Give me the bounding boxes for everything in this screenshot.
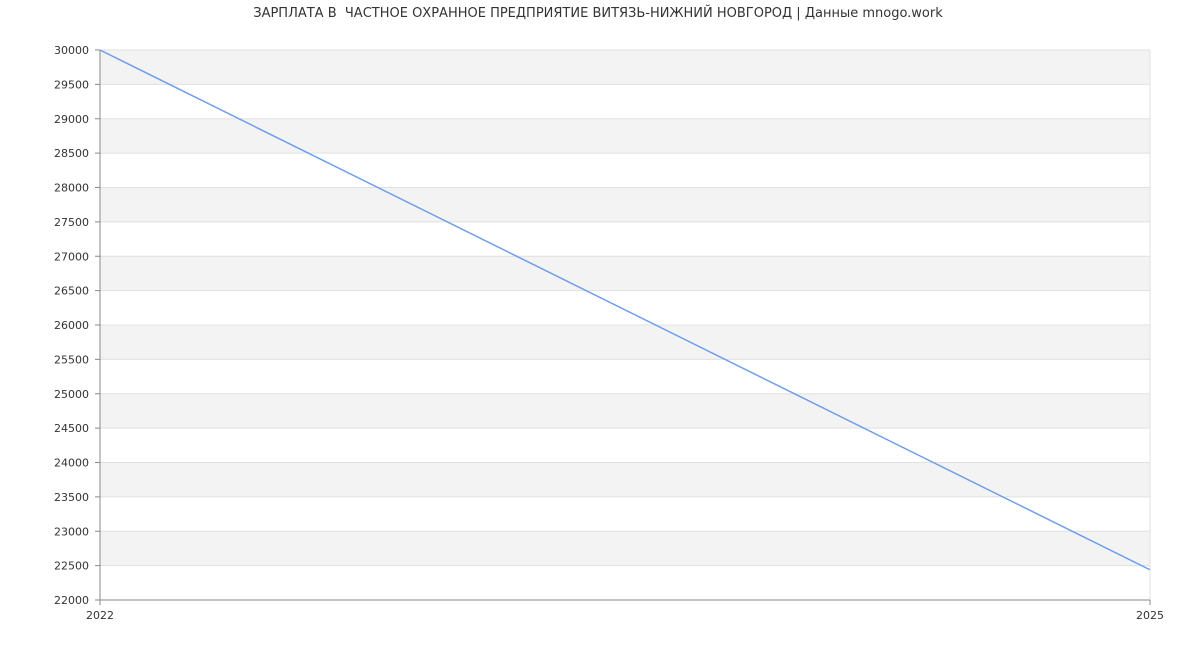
y-tick-label: 26000	[54, 319, 89, 332]
plot-band	[100, 393, 1150, 429]
plot-band	[100, 325, 1150, 360]
plot-band	[100, 118, 1150, 154]
y-tick-label: 28000	[54, 182, 89, 195]
y-tick-labels: 30000 29500 29000 28500 28000 27500 27000 26500…	[54, 44, 100, 607]
plot-band	[100, 187, 1150, 222]
plot-band	[100, 221, 1150, 257]
y-tick-label: 22000	[54, 594, 89, 607]
y-tick-label: 30000	[54, 44, 89, 57]
y-tick-label: 25500	[54, 353, 89, 366]
plot-band	[100, 256, 1150, 291]
y-tick-label: 26500	[54, 285, 89, 298]
x-tick-labels: 2022 2025	[86, 600, 1164, 622]
plot-band	[100, 496, 1150, 532]
y-tick-label: 23500	[54, 491, 89, 504]
y-tick-label: 29000	[54, 113, 89, 126]
y-tick-label: 22500	[54, 560, 89, 573]
y-tick-label: 24500	[54, 422, 89, 435]
plot-band	[100, 84, 1150, 119]
salary-line-chart: 30000 29500 29000 28500 28000 27500 27000 26500…	[54, 44, 1164, 622]
y-tick-label: 24000	[54, 457, 89, 470]
y-tick-label: 27000	[54, 250, 89, 263]
x-tick-label: 2025	[1136, 609, 1164, 622]
plot-band	[100, 359, 1150, 394]
plot-band	[100, 428, 1150, 463]
plot-band	[100, 565, 1150, 600]
y-tick-label: 23000	[54, 525, 89, 538]
plot-band	[100, 50, 1150, 85]
plot-band	[100, 153, 1150, 188]
y-tick-label: 29500	[54, 78, 89, 91]
plot-band	[100, 290, 1150, 325]
plot-band	[100, 531, 1150, 566]
y-tick-label: 25000	[54, 388, 89, 401]
y-tick-label: 28500	[54, 147, 89, 160]
x-tick-label: 2022	[86, 609, 114, 622]
y-tick-label: 27500	[54, 216, 89, 229]
